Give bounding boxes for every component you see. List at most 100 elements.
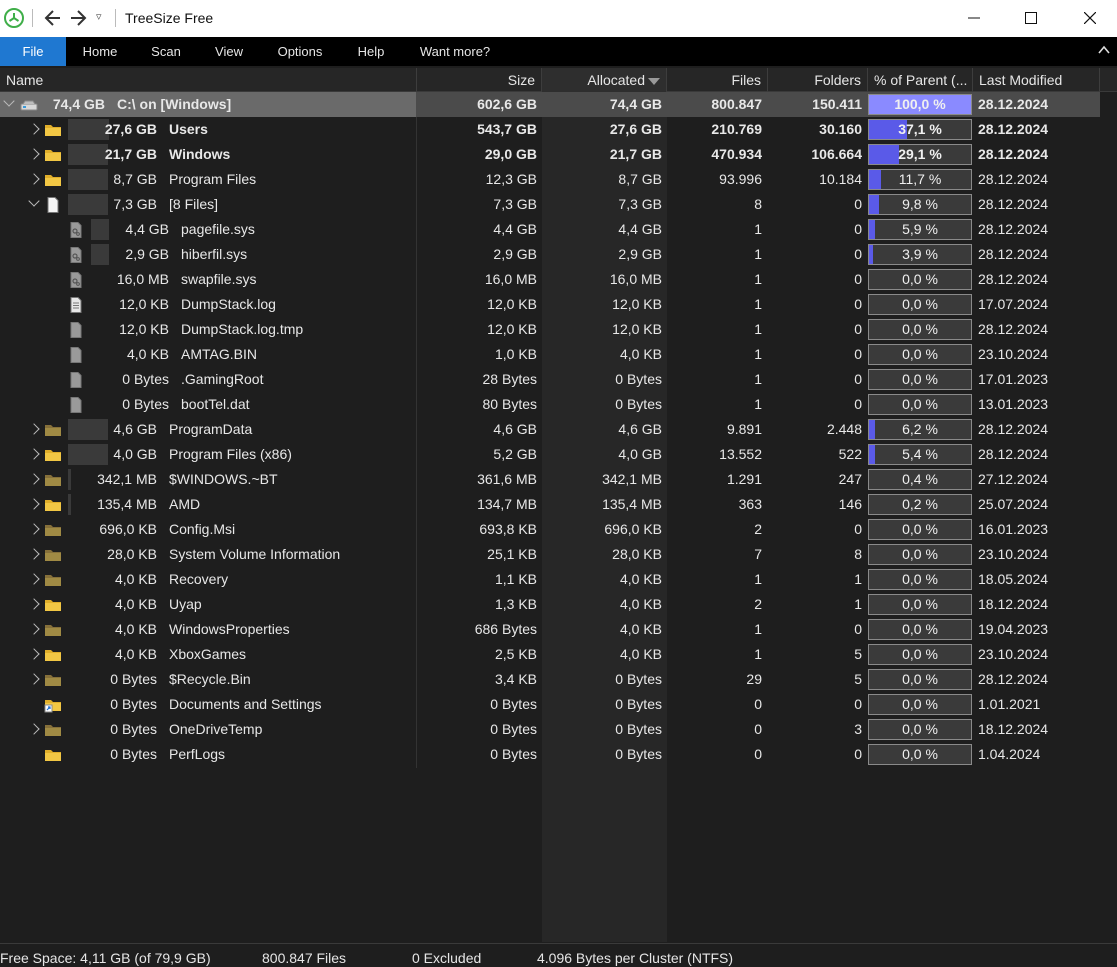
name-cell[interactable]: 8,7 GB Program Files [0,167,416,192]
ribbon-tab-scan[interactable]: Scan [134,37,198,66]
tree-row-root[interactable]: 74,4 GB C:\ on [Windows] 602,6 GB 74,4 GB 80… [0,92,1100,117]
tree-row[interactable]: 4,0 KB WindowsProperties 686 Bytes 4,0 KB 1 0… [0,617,1100,642]
column-header-last-modified[interactable]: Last Modified [973,68,1100,92]
column-header-name[interactable]: Name [0,68,417,92]
name-cell[interactable]: 12,0 KB DumpStack.log [0,292,416,317]
tree-row[interactable]: 28,0 KB System Volume Information 25,1 KB 2… [0,542,1100,567]
tree-row[interactable]: 0 Bytes Documents and Settings 0 Bytes 0 By… [0,692,1100,717]
name-cell[interactable]: 0 Bytes $Recycle.Bin [0,667,416,692]
name-cell[interactable]: 12,0 KB DumpStack.log.tmp [0,317,416,342]
chevron-right-icon[interactable] [28,573,40,585]
ribbon-tab-home[interactable]: Home [66,37,134,66]
name-cell[interactable]: 2,9 GB hiberfil.sys [0,242,416,267]
name-cell[interactable]: 0 Bytes Documents and Settings [0,692,416,717]
ribbon-tab-view[interactable]: View [198,37,260,66]
name-cell[interactable]: 342,1 MB $WINDOWS.~BT [0,467,416,492]
tree-row[interactable]: 12,0 KB DumpStack.log 12,0 KB 12,0 KB 1 0 0,0 … [0,292,1100,317]
column-header-allocated[interactable]: Allocated [542,68,667,92]
tree-row[interactable]: 2,9 GB hiberfil.sys 2,9 GB 2,9 GB 1 0 3,9 % 28.… [0,242,1100,267]
name-cell[interactable]: 0 Bytes PerfLogs [0,742,416,767]
chevron-right-icon[interactable] [28,148,40,160]
name-cell[interactable]: 4,0 KB Recovery [0,567,416,592]
chevron-right-icon[interactable] [28,498,40,510]
chevron-right-icon[interactable] [28,423,40,435]
column-header-size[interactable]: Size [417,68,542,92]
name-cell[interactable]: 16,0 MB swapfile.sys [0,267,416,292]
status-free-space: Free Space: 4,11 GB (of 79,9 GB) [0,950,211,966]
allocated-cell: 4,0 KB [619,571,662,587]
name-cell[interactable]: 28,0 KB System Volume Information [0,542,416,567]
name-cell[interactable]: 74,4 GB C:\ on [Windows] [0,92,416,117]
name-cell[interactable]: 4,0 GB Program Files (x86) [0,442,416,467]
tree-row[interactable]: 12,0 KB DumpStack.log.tmp 12,0 KB 12,0 KB 1 0… [0,317,1100,342]
name-cell[interactable]: 4,0 KB XboxGames [0,642,416,667]
name-cell[interactable]: 0 Bytes bootTel.dat [0,392,416,417]
name-cell[interactable]: 0 Bytes OneDriveTemp [0,717,416,742]
chevron-right-icon[interactable] [28,598,40,610]
tree-row[interactable]: 0 Bytes .GamingRoot 28 Bytes 0 Bytes 1 0 0,0 %… [0,367,1100,392]
chevron-right-icon[interactable] [28,123,40,135]
name-cell[interactable]: 0 Bytes .GamingRoot [0,367,416,392]
chevron-right-icon[interactable] [28,673,40,685]
tree-row[interactable]: 4,0 KB Recovery 1,1 KB 4,0 KB 1 1 0,0 % 18.05.2… [0,567,1100,592]
tree-row[interactable]: 135,4 MB AMD 134,7 MB 135,4 MB 363 146 0,2 % 25… [0,492,1100,517]
minimize-icon[interactable] [951,4,997,32]
tree-row[interactable]: 342,1 MB $WINDOWS.~BT 361,6 MB 342,1 MB 1.29… [0,467,1100,492]
chevron-right-icon[interactable] [28,723,40,735]
item-name: swapfile.sys [181,271,257,287]
tree-row[interactable]: 0 Bytes OneDriveTemp 0 Bytes 0 Bytes 0 3 0,0 %… [0,717,1100,742]
chevron-right-icon[interactable] [28,648,40,660]
tree-row[interactable]: 21,7 GB Windows 29,0 GB 21,7 GB 470.934 106.6… [0,142,1100,167]
ribbon-tab-options[interactable]: Options [260,37,340,66]
chevron-right-icon[interactable] [28,173,40,185]
ribbon-tab-bar: File Home Scan View Options Help Want more? [0,37,1117,66]
name-cell[interactable]: 4,0 KB WindowsProperties [0,617,416,642]
name-cell[interactable]: 27,6 GB Users [0,117,416,142]
maximize-icon[interactable] [1008,4,1054,32]
name-cell[interactable]: 21,7 GB Windows [0,142,416,167]
folder-shortcut-icon [44,696,62,713]
tree-row[interactable]: 8,7 GB Program Files 12,3 GB 8,7 GB 93.996 10… [0,167,1100,192]
files-cell: 2 [754,596,762,612]
column-header-percent-of-parent[interactable]: % of Parent (... [868,68,973,92]
tree-row[interactable]: 27,6 GB Users 543,7 GB 27,6 GB 210.769 30.160… [0,117,1100,142]
name-cell[interactable]: 696,0 KB Config.Msi [0,517,416,542]
ribbon-tab-file[interactable]: File [0,37,66,66]
tree-row[interactable]: 4,0 KB Uyap 1,3 KB 4,0 KB 2 1 0,0 % 18.12.2024 [0,592,1100,617]
tree-row[interactable]: 16,0 MB swapfile.sys 16,0 MB 16,0 MB 1 0 0,0 %… [0,267,1100,292]
column-header-folders[interactable]: Folders [768,68,868,92]
chevron-right-icon[interactable] [28,548,40,560]
allocated-cell: 4,0 KB [619,346,662,362]
tree-row[interactable]: 0 Bytes $Recycle.Bin 3,4 KB 0 Bytes 29 5 0,0 %… [0,667,1100,692]
quick-access-dropdown-icon[interactable]: ▿ [96,10,102,23]
name-cell[interactable]: 4,0 KB AMTAG.BIN [0,342,416,367]
close-icon[interactable] [1067,4,1113,32]
tree-row[interactable]: 4,0 GB Program Files (x86) 5,2 GB 4,0 GB 13.… [0,442,1100,467]
tree-row[interactable]: 4,0 KB XboxGames 2,5 KB 4,0 KB 1 5 0,0 % 23.10.… [0,642,1100,667]
name-cell[interactable]: 4,0 KB Uyap [0,592,416,617]
tree-row[interactable]: 696,0 KB Config.Msi 693,8 KB 696,0 KB 2 0 0,0 … [0,517,1100,542]
chevron-right-icon[interactable] [28,523,40,535]
treesize-logo-icon[interactable] [4,8,24,28]
tree-row[interactable]: 4,4 GB pagefile.sys 4,4 GB 4,4 GB 1 0 5,9 % 28.… [0,217,1100,242]
tree-row[interactable]: 0 Bytes PerfLogs 0 Bytes 0 Bytes 0 0 0,0 % 1.04… [0,742,1100,767]
tree-row[interactable]: 4,6 GB ProgramData 4,6 GB 4,6 GB 9.891 2.448 6… [0,417,1100,442]
ribbon-tab-want-more[interactable]: Want more? [402,37,508,66]
tree-row[interactable]: 0 Bytes bootTel.dat 80 Bytes 0 Bytes 1 0 0,0 %… [0,392,1100,417]
name-cell[interactable]: 4,4 GB pagefile.sys [0,217,416,242]
name-cell[interactable]: 7,3 GB [8 Files] [0,192,416,217]
chevron-right-icon[interactable] [28,623,40,635]
chevron-right-icon[interactable] [28,448,40,460]
forward-arrow-icon[interactable] [69,6,87,36]
chevron-down-icon[interactable] [28,195,40,207]
tree-row[interactable]: 4,0 KB AMTAG.BIN 1,0 KB 4,0 KB 1 0 0,0 % 23.10.… [0,342,1100,367]
collapse-ribbon-chevron-up-icon[interactable] [1097,43,1111,57]
ribbon-tab-help[interactable]: Help [340,37,402,66]
column-header-files[interactable]: Files [667,68,768,92]
name-cell[interactable]: 135,4 MB AMD [0,492,416,517]
chevron-right-icon[interactable] [28,473,40,485]
chevron-down-icon[interactable] [3,95,15,107]
back-arrow-icon[interactable] [44,6,62,36]
name-cell[interactable]: 4,6 GB ProgramData [0,417,416,442]
tree-row[interactable]: 7,3 GB [8 Files] 7,3 GB 7,3 GB 8 0 9,8 % 28.12.… [0,192,1100,217]
